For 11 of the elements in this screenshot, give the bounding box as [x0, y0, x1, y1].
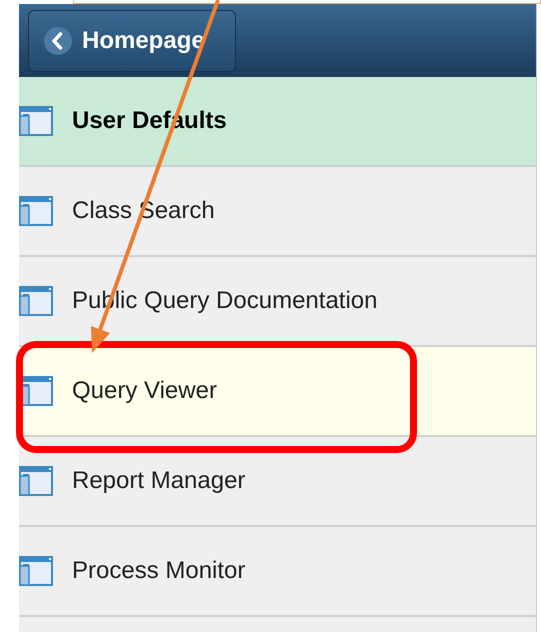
page-icon	[19, 556, 53, 586]
page-icon	[19, 196, 53, 226]
homepage-button[interactable]: Homepage	[28, 10, 236, 72]
page-icon	[19, 106, 53, 136]
menu-item[interactable]: Report Manager	[19, 437, 536, 527]
back-icon	[44, 26, 72, 54]
page-icon	[19, 466, 53, 496]
menu-item[interactable]	[19, 617, 536, 632]
page-icon	[19, 286, 53, 316]
menu-item[interactable]: Process Monitor	[19, 527, 536, 617]
menu-item[interactable]: Query Viewer	[19, 347, 536, 437]
